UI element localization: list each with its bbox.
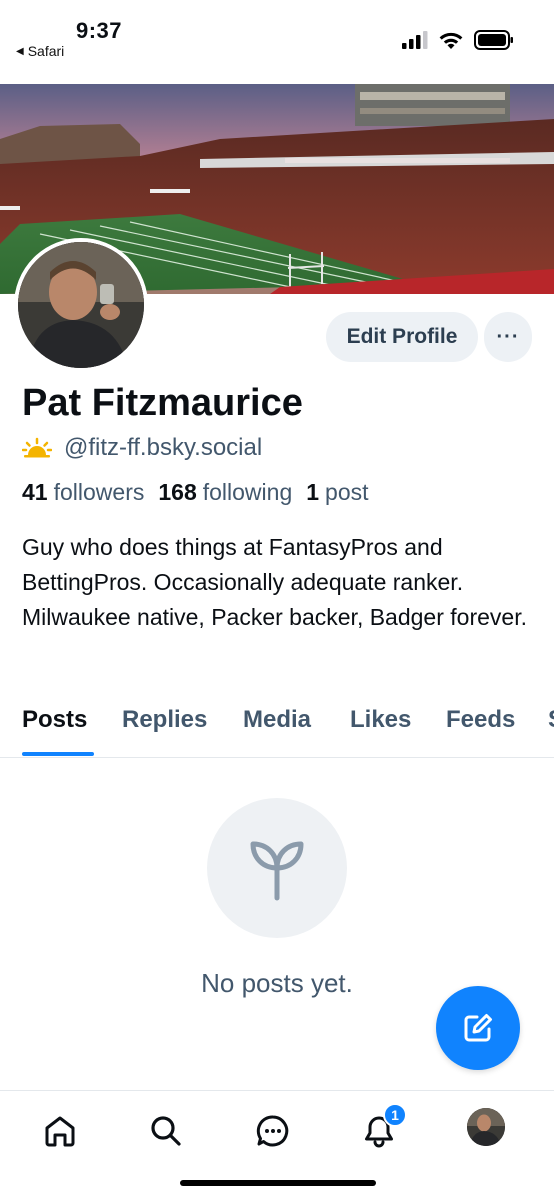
following-count[interactable]: 168	[158, 479, 196, 506]
followers-label[interactable]: followers	[54, 479, 145, 506]
battery-icon	[474, 30, 513, 50]
wifi-icon	[439, 32, 463, 49]
followers-count[interactable]: 41	[22, 479, 48, 506]
nav-chat[interactable]	[251, 1109, 295, 1153]
back-triangle-icon: ◀	[16, 45, 24, 57]
system-icons	[402, 30, 514, 50]
back-to-safari[interactable]: ◀ Safari	[16, 43, 64, 59]
empty-state-icon-circle	[207, 798, 347, 938]
profile-stats: 41 followers 168 following 1 post	[22, 479, 377, 506]
profile-bio: Guy who does things at FantasyPros and B…	[22, 534, 527, 630]
search-icon	[151, 1116, 181, 1146]
tab-likes[interactable]: Likes	[350, 706, 411, 734]
compose-icon	[464, 1014, 492, 1042]
chat-icon	[256, 1115, 289, 1147]
edit-profile-button[interactable]: Edit Profile	[326, 312, 478, 362]
display-name: Pat Fitzmaurice	[22, 382, 303, 424]
posts-count: 1	[306, 479, 320, 505]
status-bar: 9:37 ◀ Safari	[0, 0, 554, 84]
avatar-image	[18, 242, 144, 368]
tab-media[interactable]: Media	[243, 706, 311, 734]
home-indicator[interactable]	[180, 1180, 376, 1186]
handle-row: @fitz-ff.bsky.social	[22, 434, 262, 462]
nav-home[interactable]	[38, 1109, 82, 1153]
following-label[interactable]: following	[203, 479, 293, 506]
nav-search[interactable]	[144, 1109, 188, 1153]
nav-profile-avatar[interactable]	[467, 1108, 505, 1146]
seedling-icon	[250, 841, 304, 901]
tab-overflow[interactable]: S	[548, 706, 554, 734]
more-options-button[interactable]: ···	[484, 312, 532, 362]
status-time: 9:37	[76, 18, 123, 43]
cellular-signal-icon	[402, 31, 428, 49]
home-icon	[45, 1116, 75, 1147]
profile-tabs: Posts Replies Media Likes Feeds S	[0, 700, 554, 758]
profile-avatar[interactable]	[14, 238, 148, 372]
tab-feeds[interactable]: Feeds	[446, 706, 515, 734]
tab-posts[interactable]: Posts	[22, 706, 87, 734]
back-app-label: Safari	[27, 43, 65, 59]
posts-label: post	[325, 479, 369, 505]
profile-handle: @fitz-ff.bsky.social	[64, 434, 263, 461]
notification-badge: 1	[383, 1103, 407, 1127]
compose-button[interactable]	[436, 986, 520, 1070]
tab-replies[interactable]: Replies	[122, 706, 207, 734]
sun-icon	[22, 437, 52, 458]
active-tab-indicator	[22, 752, 94, 756]
nav-avatar-image	[467, 1108, 505, 1146]
